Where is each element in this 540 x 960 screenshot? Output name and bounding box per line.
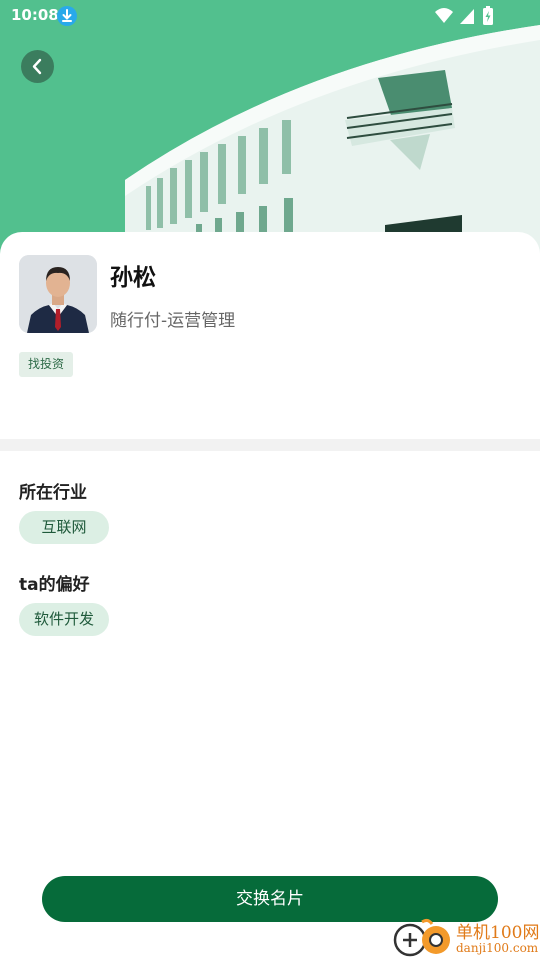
watermark-logo-icon [393, 918, 450, 957]
profile-name: 孙松 [110, 265, 156, 291]
chevron-left-icon [32, 58, 42, 75]
section-divider [0, 439, 540, 451]
status-bar: 10:08 [0, 0, 540, 32]
download-notification-icon [57, 6, 77, 26]
watermark-url: danji100.com [456, 941, 539, 955]
back-button[interactable] [21, 50, 54, 83]
industry-section-title: 所在行业 [19, 483, 87, 503]
watermark: 单机100网 danji100.com [392, 918, 540, 960]
cellular-signal-icon [460, 9, 474, 24]
battery-charging-icon [483, 6, 493, 25]
avatar [19, 255, 97, 333]
profile-company-role: 随行付-运营管理 [110, 311, 236, 331]
preference-pill: 软件开发 [19, 603, 109, 636]
preference-section-title: ta的偏好 [19, 575, 90, 595]
watermark-title: 单机100网 [456, 923, 540, 943]
header-banner-image [0, 0, 540, 260]
profile-card: 孙松 随行付-运营管理 找投资 所在行业 互联网 ta的偏好 软件开发 交换名片… [0, 232, 540, 960]
status-time: 10:08 [11, 6, 59, 24]
system-icons [434, 6, 506, 26]
industry-pill: 互联网 [19, 511, 109, 544]
exchange-card-button[interactable]: 交换名片 [42, 876, 498, 922]
wifi-icon [435, 8, 453, 23]
profile-tag: 找投资 [19, 352, 74, 377]
